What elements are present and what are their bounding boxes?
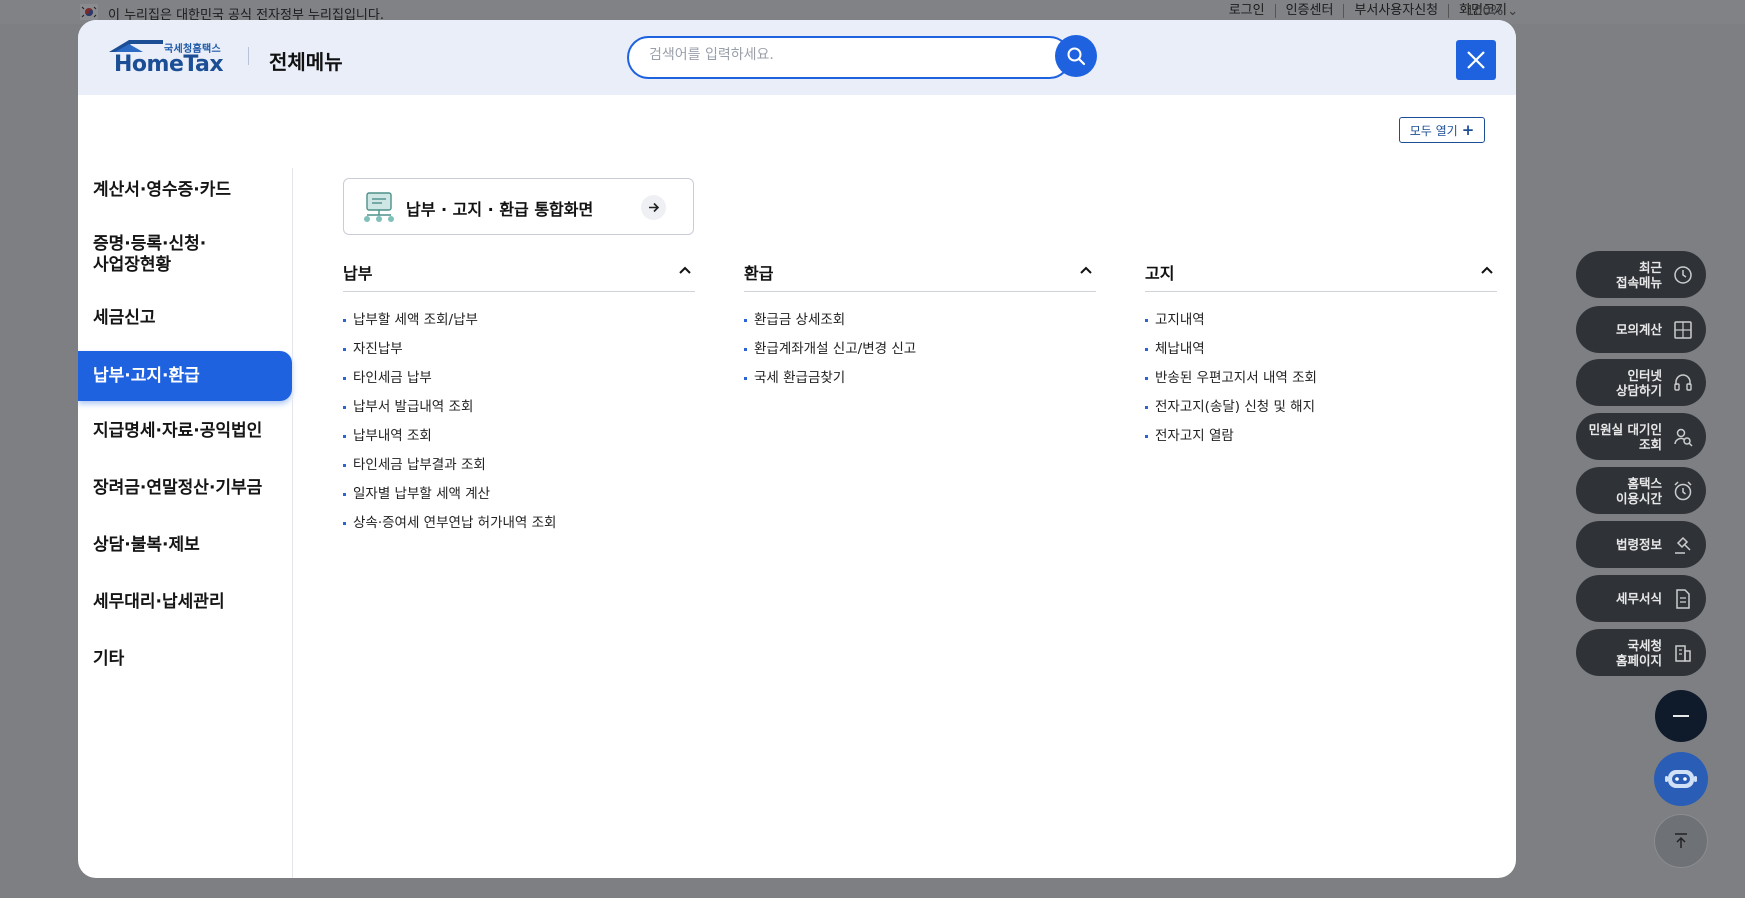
column-header-payment[interactable]: 납부 [343,258,695,292]
search-button[interactable] [1055,35,1097,77]
sidebar-item-etc[interactable]: 기타 [78,649,292,670]
integrated-screen-link[interactable]: 납부 · 고지 · 환급 통합화면 [343,178,694,235]
quick-calculator[interactable]: 모의계산 [1576,306,1706,353]
headset-icon [1674,374,1692,391]
search-icon [1067,47,1086,66]
list-item[interactable]: 국세 환급금찾기 [744,369,1096,398]
dept-user-link[interactable]: 부서사용자신청 [1343,4,1448,18]
list-item[interactable]: 전자고지(송달) 신청 및 해지 [1145,398,1497,427]
quick-nts-homepage[interactable]: 국세청 홈페이지 [1576,629,1706,676]
column-header-notice[interactable]: 고지 [1145,258,1497,292]
search-input[interactable] [649,47,1029,63]
sidebar-item-certificate[interactable]: 증명·등록·신청· 사업장현황 [78,234,292,276]
chatbot-icon [1665,770,1697,788]
arrow-up-icon [1675,833,1687,848]
zoom-select[interactable]: 100% ⌄ [1466,4,1518,19]
list-item[interactable]: 타인세금 납부 [343,369,695,398]
cert-center-link[interactable]: 인증센터 [1274,4,1344,18]
menu-column-notice: 고지 고지내역 체납내역 반송된 우편고지서 내역 조회 전자고지(송달) 신청… [1145,258,1497,456]
quick-online-consult[interactable]: 인터넷 상담하기 [1576,359,1706,406]
quick-service-hours[interactable]: 홈택스 이용시간 [1576,467,1706,514]
sidebar-item-incentive[interactable]: 장려금·연말정산·기부금 [78,478,292,499]
modal-header: 국세청홈택스 HomeTax 전체메뉴 [78,20,1516,95]
clock-icon [1674,266,1692,284]
menu-column-payment: 납부 납부할 세액 조회/납부 자진납부 타인세금 납부 납부서 발급내역 조회… [343,258,695,543]
gavel-icon [1675,536,1691,554]
hometax-logo[interactable]: 국세청홈택스 HomeTax [107,38,237,78]
sidebar-item-tax-report[interactable]: 세금신고 [78,308,292,329]
taegukgi-icon [80,4,98,20]
header-divider [248,47,249,65]
list-item[interactable]: 전자고지 열람 [1145,427,1497,456]
list-item[interactable]: 상속·증여세 연부연납 허가내역 조회 [343,514,695,543]
search-box [627,36,1071,79]
list-item[interactable]: 환급금 상세조회 [744,311,1096,340]
list-item[interactable]: 반송된 우편고지서 내역 조회 [1145,369,1497,398]
sidebar-item-consult[interactable]: 상담·불복·제보 [78,535,292,556]
document-icon [1676,589,1690,609]
sidebar-item-agent[interactable]: 세무대리·납세관리 [78,592,292,613]
chevron-up-icon [679,266,691,274]
quick-law-info[interactable]: 법령정보 [1576,521,1706,568]
list-item[interactable]: 타인세금 납부결과 조회 [343,456,695,485]
monitor-network-icon [364,192,394,222]
building-icon [1675,645,1691,662]
list-item[interactable]: 환급계좌개설 신고/변경 신고 [744,340,1096,369]
full-menu-modal: 국세청홈택스 HomeTax 전체메뉴 모두 열기+ 계산서·영수증·카드 증명… [78,20,1516,878]
list-item[interactable]: 일자별 납부할 세액 계산 [343,485,695,514]
list-item[interactable]: 자진납부 [343,340,695,369]
minus-icon [1673,715,1689,717]
quick-waiting-count[interactable]: 민원실 대기인 조회 [1576,413,1706,460]
close-icon [1467,51,1485,69]
list-item[interactable]: 납부서 발급내역 조회 [343,398,695,427]
page-title: 전체메뉴 [269,50,343,74]
sidebar-item-payment[interactable]: 납부·고지·환급 [78,351,292,401]
scroll-top-button[interactable] [1654,814,1708,868]
list-item[interactable]: 납부할 세액 조회/납부 [343,311,695,340]
list-item[interactable]: 납부내역 조회 [343,427,695,456]
chevron-up-icon [1481,266,1493,274]
login-link[interactable]: 로그인 [1219,4,1275,18]
list-item[interactable]: 체납내역 [1145,340,1497,369]
close-button[interactable] [1456,40,1496,80]
quick-recent-menu[interactable]: 최근 접속메뉴 [1576,251,1706,298]
menu-column-refund: 환급 환급금 상세조회 환급계좌개설 신고/변경 신고 국세 환급금찾기 [744,258,1096,398]
list-item[interactable]: 고지내역 [1145,311,1497,340]
sidebar-item-statement[interactable]: 지급명세·자료·공익법인 [78,421,292,442]
collapse-quick-menu-button[interactable] [1655,690,1707,742]
sidebar-divider [292,168,293,878]
quick-tax-forms[interactable]: 세무서식 [1576,575,1706,622]
expand-all-button[interactable]: 모두 열기 + [1399,117,1485,143]
chevron-up-icon [1080,266,1092,274]
plus-icon: + [1461,121,1475,139]
column-header-refund[interactable]: 환급 [744,258,1096,292]
calculator-icon [1674,321,1692,339]
chatbot-button[interactable] [1654,752,1708,806]
arrow-right-icon [641,195,666,220]
alarm-icon [1674,481,1692,501]
sidebar-item-invoice[interactable]: 계산서·영수증·카드 [78,180,292,201]
people-search-icon [1674,428,1693,447]
